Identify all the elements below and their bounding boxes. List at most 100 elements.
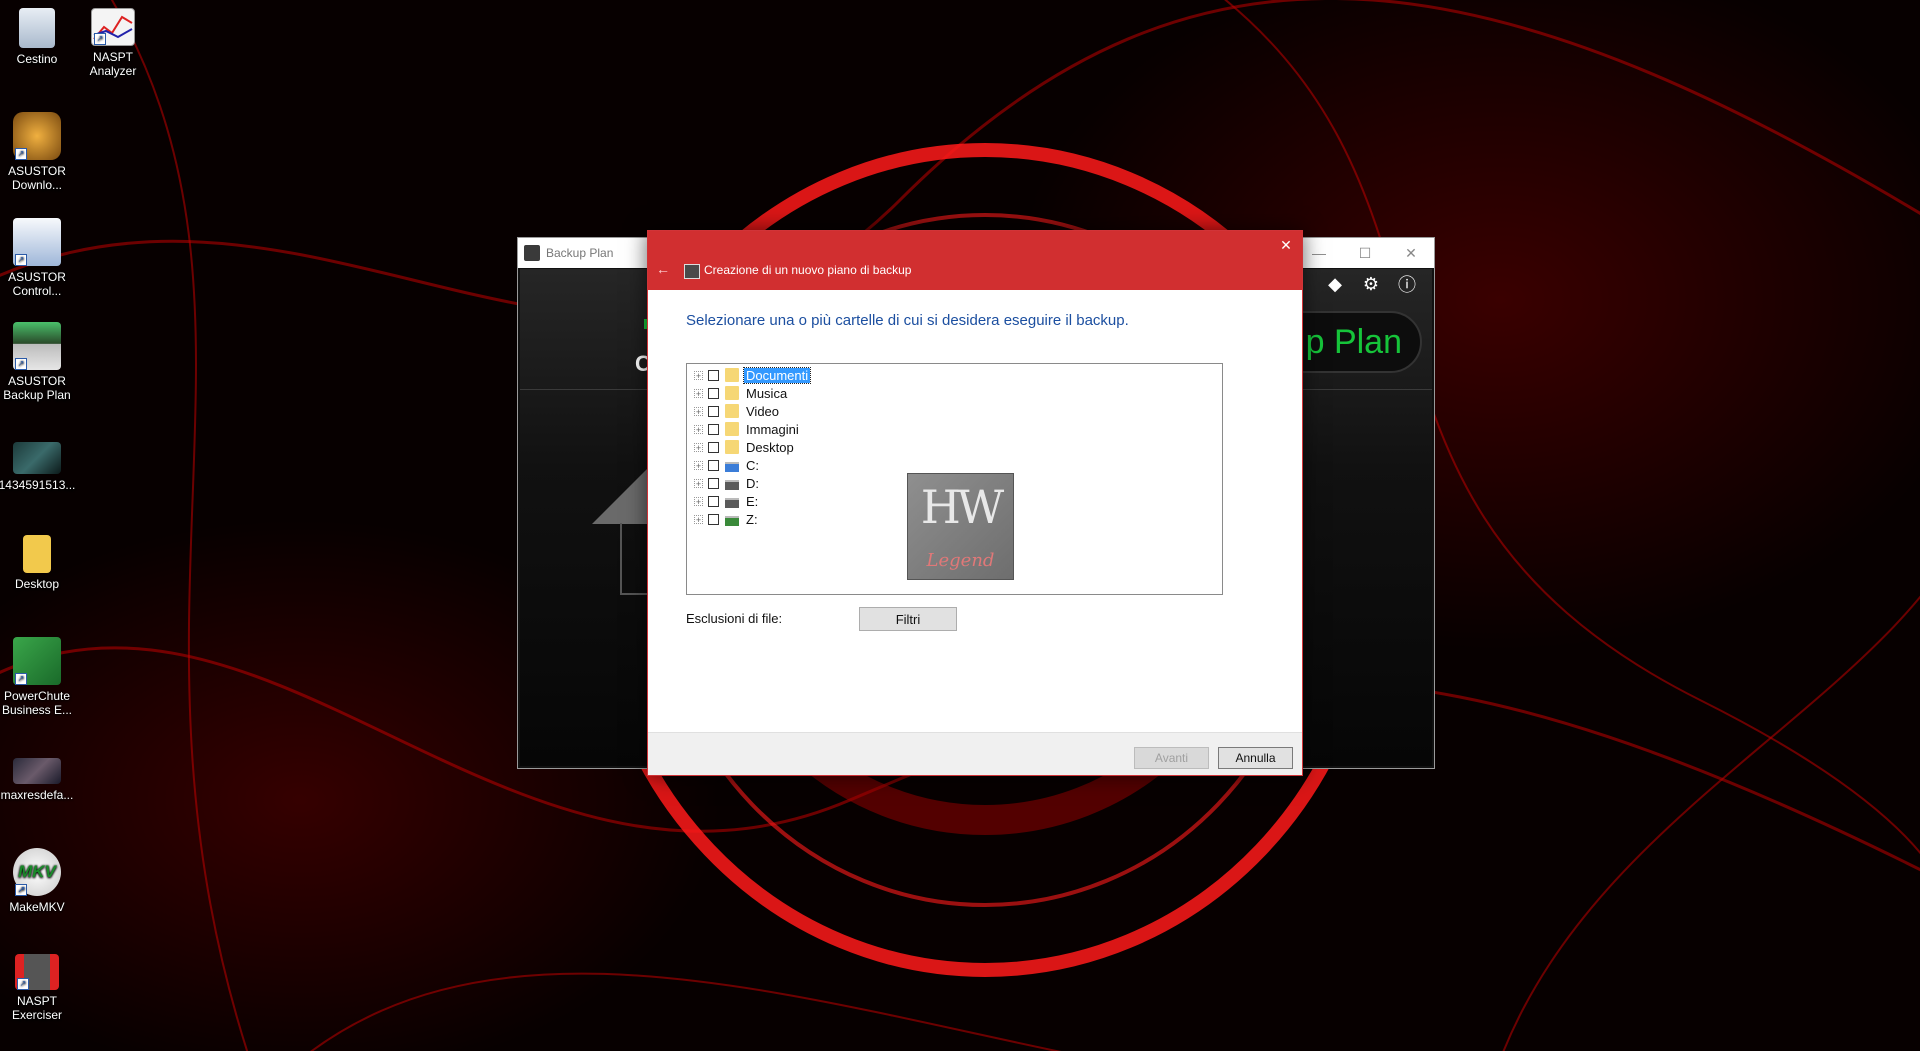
drive-icon [725, 498, 739, 508]
backup-plan-icon: ↗ [13, 322, 61, 370]
close-icon[interactable]: ✕ [1388, 238, 1434, 268]
shortcut-arrow-icon: ↗ [94, 33, 106, 45]
folder-icon [725, 368, 739, 382]
desktop-icon-label: NASPT Exerciser [11, 994, 62, 1022]
shortcut-arrow-icon: ↗ [15, 254, 27, 266]
shortcut-arrow-icon: ↗ [15, 673, 27, 685]
tag-icon[interactable]: ◆ [1324, 273, 1346, 295]
desktop-icon-label: Desktop [14, 577, 60, 591]
exerciser-icon: ↗ [15, 954, 59, 990]
folder-icon [725, 422, 739, 436]
info-icon[interactable]: ⓘ [1396, 273, 1418, 295]
tree-item-label: Documenti [742, 366, 812, 384]
file-exclusions-label: Esclusioni di file: [686, 611, 783, 626]
desktop-icon-desktop-folder[interactable]: Desktop [0, 535, 81, 591]
tree-item-label: Z: [746, 511, 758, 527]
tree-item-immagini[interactable]: + Immagini [694, 420, 801, 438]
checkbox[interactable] [708, 387, 719, 399]
expand-icon[interactable]: + [694, 388, 703, 398]
expand-icon[interactable]: + [694, 406, 703, 416]
checkbox[interactable] [708, 405, 719, 417]
instruction-text: Selezionare una o più cartelle di cui si… [686, 312, 1129, 329]
desktop-icon-label: MakeMKV [9, 900, 65, 914]
tree-item-desktop[interactable]: + Desktop [694, 438, 796, 456]
powerchute-icon: ↗ [13, 637, 61, 685]
desktop-icon-powerchute[interactable]: ↗ PowerChute Business E... [0, 637, 81, 717]
expand-icon[interactable]: + [694, 424, 703, 434]
desktop-icon-label: ASUSTOR Downlo... [8, 164, 66, 192]
desktop-icon-label: 1434591513... [0, 478, 76, 492]
back-arrow-icon[interactable]: ← [656, 261, 670, 277]
desktop-icon-label: ASUSTOR Control... [8, 270, 66, 298]
image-file-icon [13, 442, 61, 474]
tree-item-documenti[interactable]: + Documenti [694, 366, 812, 384]
watermark-top-text: HW [920, 480, 1004, 534]
gear-icon[interactable]: ⚙ [1360, 273, 1382, 295]
tree-item-label: Video [746, 403, 780, 419]
tree-item-label: Immagini [746, 421, 799, 437]
tree-item-label: D: [746, 475, 759, 491]
tree-item-label: C: [746, 457, 759, 473]
tree-item-label: Musica [746, 385, 788, 401]
next-button[interactable]: Avanti [1134, 747, 1209, 769]
checkbox[interactable] [708, 459, 719, 471]
filters-button[interactable]: Filtri [859, 607, 957, 631]
tree-item-label: Desktop [746, 439, 794, 455]
shortcut-arrow-icon: ↗ [15, 358, 27, 370]
desktop-icon-label: maxresdefa... [0, 788, 74, 802]
window-title: Backup Plan [546, 246, 614, 260]
download-app-icon: ↗ [13, 112, 61, 160]
folder-icon [23, 535, 51, 573]
checkbox[interactable] [708, 495, 719, 507]
tree-item-musica[interactable]: + Musica [694, 384, 789, 402]
makemkv-icon: MKV ↗ [13, 848, 61, 896]
recycle-bin-icon [19, 8, 55, 48]
folder-icon [725, 440, 739, 454]
watermark-bottom-text: Legend [926, 550, 995, 571]
desktop-icon-naspt-analyzer[interactable]: ↗ NASPT Analyzer [69, 8, 157, 78]
checkbox[interactable] [708, 423, 719, 435]
cancel-button[interactable]: Annulla [1218, 747, 1293, 769]
checkbox[interactable] [708, 477, 719, 489]
expand-icon[interactable]: + [694, 478, 703, 488]
system-drive-icon [725, 462, 739, 472]
network-drive-icon [725, 516, 739, 526]
folder-icon [725, 404, 739, 418]
upload-arrow-stem [620, 523, 650, 595]
tree-item-drive-e[interactable]: + E: [694, 492, 760, 510]
chart-app-icon: ↗ [91, 8, 135, 46]
tree-item-drive-z[interactable]: + Z: [694, 510, 760, 528]
checkbox[interactable] [708, 441, 719, 453]
desktop-icon-naspt-exerciser[interactable]: ↗ NASPT Exerciser [0, 954, 81, 1022]
tree-item-video[interactable]: + Video [694, 402, 781, 420]
desktop-icon-asustor-control[interactable]: ↗ ASUSTOR Control... [0, 218, 81, 298]
desktop-icon-asustor-download[interactable]: ↗ ASUSTOR Downlo... [0, 112, 81, 192]
desktop-icon-makemkv[interactable]: MKV ↗ MakeMKV [0, 848, 81, 914]
shortcut-arrow-icon: ↗ [15, 148, 27, 160]
desktop-icon-label: PowerChute Business E... [1, 689, 73, 717]
expand-icon[interactable]: + [694, 460, 703, 470]
expand-icon[interactable]: + [694, 370, 703, 380]
dialog-titlebar[interactable]: ✕ ← Creazione di un nuovo piano di backu… [648, 231, 1302, 290]
tree-item-drive-d[interactable]: + D: [694, 474, 761, 492]
tree-item-label: E: [746, 493, 759, 509]
desktop-icon-image-2[interactable]: maxresdefa... [0, 758, 81, 802]
checkbox[interactable] [708, 513, 719, 525]
folder-icon [725, 386, 739, 400]
drive-icon [725, 480, 739, 490]
maximize-icon[interactable]: ☐ [1342, 238, 1388, 268]
expand-icon[interactable]: + [694, 514, 703, 524]
close-icon[interactable]: ✕ [1276, 235, 1296, 255]
dialog-footer: Avanti Annulla [648, 732, 1302, 775]
expand-icon[interactable]: + [694, 496, 703, 506]
dialog-title: Creazione di un nuovo piano di backup [704, 263, 912, 277]
expand-icon[interactable]: + [694, 442, 703, 452]
control-center-icon: ↗ [13, 218, 61, 266]
checkbox[interactable] [708, 369, 719, 381]
desktop-icon-asustor-backup-plan[interactable]: ↗ ASUSTOR Backup Plan [0, 322, 81, 402]
folder-tree[interactable]: + Documenti + Musica + Video + Immagini … [686, 363, 1223, 595]
new-backup-plan-dialog: ✕ ← Creazione di un nuovo piano di backu… [647, 230, 1303, 776]
desktop-icon-image-1[interactable]: 1434591513... [0, 442, 81, 492]
tree-item-drive-c[interactable]: + C: [694, 456, 761, 474]
upload-arrow-icon [592, 469, 647, 524]
